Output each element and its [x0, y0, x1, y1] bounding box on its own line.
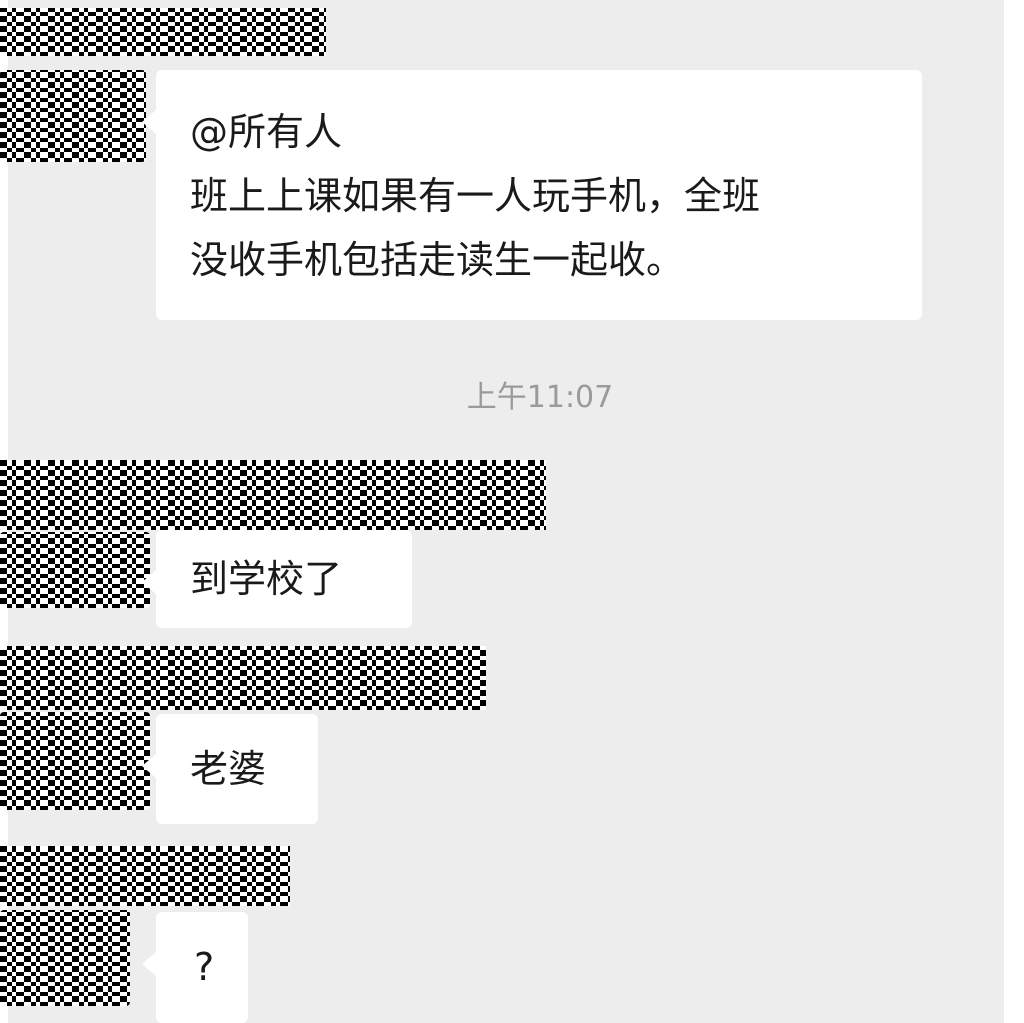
sender-name-redacted — [0, 646, 486, 710]
message-bubble[interactable]: ? — [142, 912, 248, 1023]
sender-name-redacted — [0, 8, 326, 56]
message-text: 班上上课如果有一人玩手机，全班 — [190, 174, 761, 218]
avatar[interactable] — [0, 70, 146, 162]
message-text: @所有人 — [190, 110, 343, 154]
message-bubble[interactable]: @所有人 班上上课如果有一人玩手机，全班 没收手机包括走读生一起收。 — [142, 70, 922, 320]
message-text: 老婆 — [190, 747, 267, 791]
message-bubble[interactable]: 老婆 — [142, 714, 318, 824]
avatar[interactable] — [0, 532, 150, 608]
sender-name-redacted — [0, 846, 290, 906]
sender-name-redacted — [0, 460, 546, 530]
right-edge — [1004, 0, 1024, 1023]
message-timestamp: 上午11:07 — [466, 380, 614, 415]
avatar[interactable] — [0, 910, 130, 1006]
message-bubble[interactable]: 到学校了 — [142, 530, 412, 628]
message-text: 没收手机包括走读生一起收。 — [190, 238, 685, 282]
avatar[interactable] — [0, 712, 150, 810]
message-text: ? — [194, 945, 215, 989]
message-text: 到学校了 — [190, 557, 343, 601]
